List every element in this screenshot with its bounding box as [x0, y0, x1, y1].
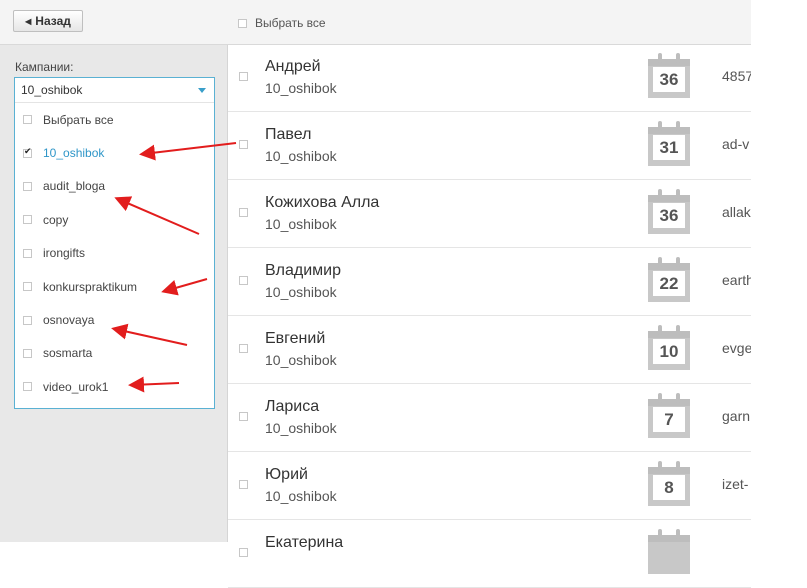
days-count: 36 [653, 203, 685, 228]
calendar-icon: 31 [648, 121, 690, 166]
campaign-option[interactable]: sosmarta [15, 337, 214, 370]
top-toolbar: ◀ Назад Выбрать все [0, 0, 751, 45]
option-checkbox[interactable] [23, 348, 32, 358]
subscriber-email: garn [722, 408, 751, 424]
option-checkbox[interactable] [23, 215, 32, 225]
calendar-icon: 8 [648, 461, 690, 506]
selected-campaign-value: 10_oshibok [21, 83, 83, 97]
calendar-icon: 7 [648, 393, 690, 438]
subscriber-email: izet- [722, 476, 749, 492]
option-label: osnovaya [43, 313, 95, 328]
option-label: Выбрать все [43, 112, 114, 127]
list-item[interactable]: Владимир 10_oshibok 22 earth [228, 249, 751, 316]
select-all-checkbox[interactable] [238, 18, 247, 28]
option-checkbox[interactable] [23, 382, 32, 392]
calendar-icon [648, 529, 690, 574]
option-checkbox[interactable] [23, 181, 32, 191]
subscriber-email: allak [722, 204, 751, 220]
calendar-icon: 36 [648, 53, 690, 98]
days-count: 36 [653, 67, 685, 92]
subscriber-campaign: 10_oshibok [265, 80, 337, 96]
campaign-option[interactable]: Выбрать все [15, 103, 214, 136]
chevron-left-icon: ◀ [25, 16, 32, 26]
days-count: 10 [653, 339, 685, 364]
option-checkbox[interactable] [23, 282, 32, 292]
row-checkbox[interactable] [239, 344, 248, 353]
subscriber-campaign: 10_oshibok [265, 352, 337, 368]
subscriber-campaign: 10_oshibok [265, 488, 337, 504]
subscriber-email: evge [722, 340, 751, 356]
days-count: 8 [653, 475, 685, 500]
campaigns-label: Кампании: [15, 60, 74, 74]
option-label: audit_bloga [43, 179, 106, 194]
row-checkbox[interactable] [239, 480, 248, 489]
subscriber-name: Юрий [265, 466, 308, 483]
list-item[interactable]: Екатерина [228, 521, 751, 588]
campaign-option[interactable]: irongifts [15, 237, 214, 270]
subscriber-campaign: 10_oshibok [265, 284, 337, 300]
select-all-label: Выбрать все [255, 16, 326, 30]
subscriber-campaign: 10_oshibok [265, 216, 337, 232]
back-button-label: Назад [35, 14, 71, 28]
calendar-icon: 10 [648, 325, 690, 370]
row-checkbox[interactable] [239, 276, 248, 285]
subscriber-list: Андрей 10_oshibok 36 4857 Павел 10_oshib… [228, 45, 751, 588]
option-label: sosmarta [43, 346, 93, 361]
list-item[interactable]: Лариса 10_oshibok 7 garn [228, 385, 751, 452]
campaign-option[interactable]: copy [15, 203, 214, 236]
subscriber-campaign: 10_oshibok [265, 420, 337, 436]
list-item[interactable]: Павел 10_oshibok 31 ad-v [228, 113, 751, 180]
option-checkbox[interactable] [23, 315, 32, 325]
days-count: 31 [653, 135, 685, 160]
subscriber-name: Павел [265, 126, 312, 143]
option-label: konkurspraktikum [43, 279, 138, 294]
subscriber-name: Кожихова Алла [265, 194, 380, 211]
subscriber-email: 4857 [722, 68, 751, 84]
row-checkbox[interactable] [239, 548, 248, 557]
calendar-icon: 22 [648, 257, 690, 302]
back-button[interactable]: ◀ Назад [13, 10, 83, 32]
option-label: irongifts [43, 246, 86, 261]
campaigns-dropdown-selected[interactable]: 10_oshibok [15, 78, 214, 103]
list-item[interactable]: Евгений 10_oshibok 10 evge [228, 317, 751, 384]
campaign-option[interactable]: 10_oshibok [15, 136, 214, 169]
list-item[interactable]: Андрей 10_oshibok 36 4857 [228, 45, 751, 112]
subscriber-name: Андрей [265, 58, 321, 75]
subscriber-name: Евгений [265, 330, 326, 347]
campaigns-dropdown[interactable]: 10_oshibok Выбрать все 10_oshibok audit_… [14, 77, 215, 409]
list-item[interactable]: Юрий 10_oshibok 8 izet- [228, 453, 751, 520]
subscriber-email: earth [722, 272, 751, 288]
row-checkbox[interactable] [239, 208, 248, 217]
filter-sidebar: Кампании: 10_oshibok Выбрать все 10_oshi… [0, 45, 228, 542]
option-label: video_urok1 [43, 379, 109, 394]
option-checkbox[interactable] [23, 115, 32, 125]
chevron-down-icon[interactable] [198, 88, 206, 93]
select-all-toggle[interactable]: Выбрать все [238, 16, 326, 30]
days-count: 7 [653, 407, 685, 432]
option-checkbox[interactable] [23, 146, 32, 158]
option-label: copy [43, 212, 69, 227]
subscriber-campaign: 10_oshibok [265, 148, 337, 164]
option-checkbox[interactable] [23, 248, 32, 258]
subscriber-name: Екатерина [265, 534, 344, 551]
row-checkbox[interactable] [239, 140, 248, 149]
campaign-option[interactable]: konkurspraktikum [15, 270, 214, 303]
subscriber-email: ad-v [722, 136, 750, 152]
subscriber-name: Владимир [265, 262, 342, 279]
campaign-option[interactable]: audit_bloga [15, 170, 214, 203]
campaign-option[interactable]: osnovaya [15, 303, 214, 336]
campaign-option[interactable]: video_urok1 [15, 370, 214, 403]
row-checkbox[interactable] [239, 412, 248, 421]
option-label: 10_oshibok [43, 146, 105, 161]
calendar-icon: 36 [648, 189, 690, 234]
row-checkbox[interactable] [239, 72, 248, 81]
subscriber-name: Лариса [265, 398, 320, 415]
list-item[interactable]: Кожихова Алла 10_oshibok 36 allak [228, 181, 751, 248]
days-count: 22 [653, 271, 685, 296]
